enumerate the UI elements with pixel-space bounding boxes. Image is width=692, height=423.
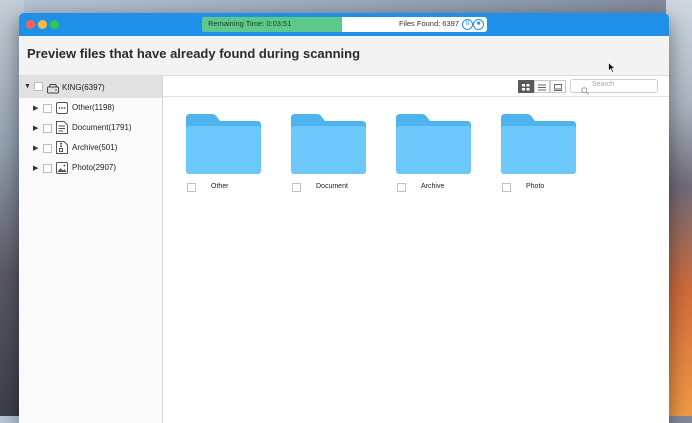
folder-tile-photo[interactable]: Photo <box>498 114 586 194</box>
close-window-button[interactable] <box>26 20 35 29</box>
search-icon <box>581 82 589 100</box>
page-title: Preview files that have already found du… <box>27 46 361 61</box>
folder-icon <box>186 114 261 179</box>
drive-icon <box>47 81 59 99</box>
tree-item-label: Photo(2907) <box>72 163 117 172</box>
tree-item-checkbox[interactable] <box>43 104 52 113</box>
preview-view-button[interactable] <box>550 80 566 93</box>
main-panel: Search Other Document Archive Photo <box>163 76 669 423</box>
folder-checkbox[interactable] <box>502 183 511 192</box>
pause-scan-button[interactable]: II <box>462 19 473 30</box>
archive-icon <box>56 141 68 159</box>
other-file-icon <box>56 101 68 119</box>
folder-icon <box>396 114 471 179</box>
expand-right-icon[interactable]: ▶ <box>33 144 38 152</box>
document-icon <box>56 121 68 139</box>
tree-root-label: KING(6397) <box>62 83 105 92</box>
tree-item-archive[interactable]: ▶ Archive(501) <box>19 138 162 158</box>
zoom-window-button[interactable] <box>50 20 59 29</box>
folder-label: Photo <box>526 183 545 190</box>
tree-item-label: Other(1198) <box>72 103 115 112</box>
grid-view-icon <box>522 78 530 96</box>
files-found-text: Files Found: 6397 <box>398 19 459 28</box>
header-bar: Preview files that have already found du… <box>19 36 669 76</box>
view-toolbar: Search <box>163 76 669 97</box>
list-view-button[interactable] <box>534 80 550 93</box>
desktop-background-right <box>666 0 692 416</box>
tree-item-label: Archive(501) <box>72 143 118 152</box>
stop-scan-button[interactable]: ■ <box>473 19 484 30</box>
title-bar: Remaining Time: 0:03:51 Files Found: 639… <box>19 13 669 36</box>
folder-checkbox[interactable] <box>397 183 406 192</box>
folder-label: Archive <box>421 183 445 190</box>
photo-icon <box>56 161 68 179</box>
mouse-cursor-icon <box>608 60 616 78</box>
folder-icon <box>291 114 366 179</box>
expand-right-icon[interactable]: ▶ <box>33 104 38 112</box>
expand-right-icon[interactable]: ▶ <box>33 164 38 172</box>
search-input[interactable]: Search <box>570 79 658 95</box>
tree-item-photo[interactable]: ▶ Photo(2907) <box>19 158 162 178</box>
folder-icon <box>501 114 576 179</box>
search-placeholder: Search <box>592 81 615 88</box>
folder-tile-archive[interactable]: Archive <box>393 114 481 194</box>
folder-checkbox[interactable] <box>292 183 301 192</box>
stop-icon: ■ <box>476 21 481 27</box>
list-view-icon <box>538 78 546 96</box>
remaining-time-text: Remaining Time: 0:03:51 <box>208 19 292 28</box>
expand-right-icon[interactable]: ▶ <box>33 124 38 132</box>
minimize-window-button[interactable] <box>38 20 47 29</box>
root-checkbox[interactable] <box>34 82 43 91</box>
folder-label: Other <box>211 183 229 190</box>
grid-view-button[interactable] <box>518 80 534 93</box>
tree-item-other[interactable]: ▶ Other(1198) <box>19 98 162 118</box>
preview-view-icon <box>554 78 562 96</box>
folder-label: Document <box>316 183 348 190</box>
pause-icon: II <box>465 21 470 27</box>
sidebar: ▼ KING(6397) ▶ Other(1198) ▶ Document(17… <box>19 76 163 423</box>
tree-item-label: Document(1791) <box>72 123 132 132</box>
folder-tile-other[interactable]: Other <box>183 114 271 194</box>
tree-item-checkbox[interactable] <box>43 124 52 133</box>
tree-root-king[interactable]: ▼ KING(6397) <box>19 76 162 98</box>
expand-down-icon[interactable]: ▼ <box>24 83 31 90</box>
tree-item-checkbox[interactable] <box>43 144 52 153</box>
app-window: Remaining Time: 0:03:51 Files Found: 639… <box>19 13 669 423</box>
tree-item-checkbox[interactable] <box>43 164 52 173</box>
tree-item-document[interactable]: ▶ Document(1791) <box>19 118 162 138</box>
scan-progress-bar: Remaining Time: 0:03:51 Files Found: 639… <box>202 17 487 32</box>
folder-tile-document[interactable]: Document <box>288 114 376 194</box>
folder-checkbox[interactable] <box>187 183 196 192</box>
